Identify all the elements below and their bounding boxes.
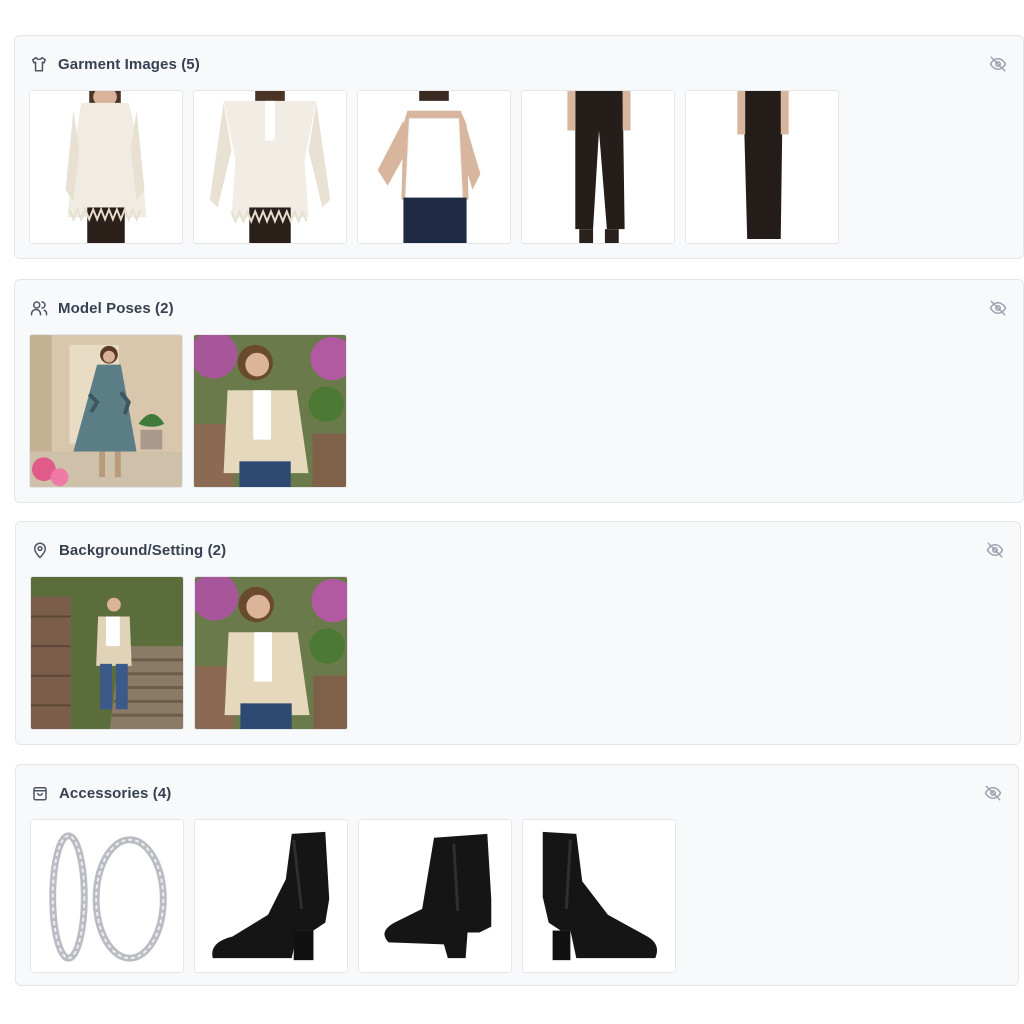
thumbnail-row — [29, 334, 347, 488]
map-pin-icon — [30, 540, 50, 560]
garment-thumbnail[interactable] — [685, 90, 839, 244]
setting-thumbnail[interactable] — [30, 576, 184, 730]
section-title: Accessories (4) — [59, 784, 172, 802]
garment-thumbnail[interactable] — [521, 90, 675, 244]
eye-off-icon[interactable] — [987, 297, 1009, 319]
accessory-thumbnail[interactable] — [358, 819, 512, 973]
eye-off-icon[interactable] — [987, 53, 1009, 75]
section-header: Garment Images (5) — [29, 52, 1009, 76]
section-title: Garment Images (5) — [58, 55, 200, 73]
shopping-bag-icon — [30, 783, 50, 803]
garment-images-section: Garment Images (5) — [14, 35, 1024, 259]
shirt-icon — [29, 54, 49, 74]
eye-off-icon[interactable] — [984, 539, 1006, 561]
thumbnail-row — [30, 819, 676, 973]
pose-thumbnail[interactable] — [193, 334, 347, 488]
thumbnail-row — [29, 90, 839, 244]
setting-thumbnail[interactable] — [194, 576, 348, 730]
model-poses-section: Model Poses (2) — [14, 279, 1024, 503]
thumbnail-row — [30, 576, 348, 730]
garment-thumbnail[interactable] — [29, 90, 183, 244]
garment-thumbnail[interactable] — [193, 90, 347, 244]
pose-thumbnail[interactable] — [29, 334, 183, 488]
accessory-thumbnail[interactable] — [522, 819, 676, 973]
section-header: Accessories (4) — [30, 781, 1004, 805]
section-title: Background/Setting (2) — [59, 541, 227, 559]
accessories-section: Accessories (4) — [15, 764, 1019, 986]
accessory-thumbnail[interactable] — [194, 819, 348, 973]
section-header: Model Poses (2) — [29, 296, 1009, 320]
background-setting-section: Background/Setting (2) — [15, 521, 1021, 745]
accessory-thumbnail[interactable] — [30, 819, 184, 973]
eye-off-icon[interactable] — [982, 782, 1004, 804]
section-header: Background/Setting (2) — [30, 538, 1006, 562]
garment-thumbnail[interactable] — [357, 90, 511, 244]
section-title: Model Poses (2) — [58, 299, 174, 317]
users-icon — [29, 298, 49, 318]
